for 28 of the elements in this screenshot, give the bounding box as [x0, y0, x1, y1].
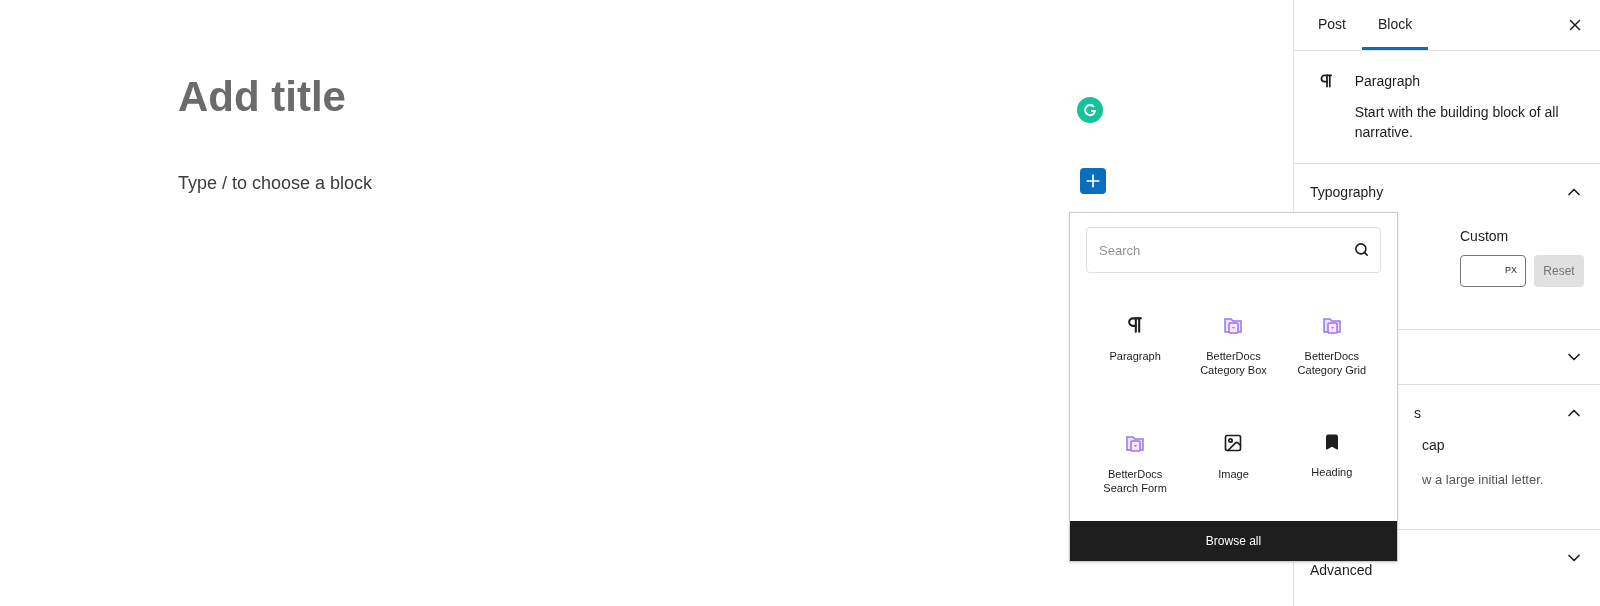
reset-button[interactable]: Reset: [1534, 255, 1584, 287]
title-placeholder[interactable]: Add title: [178, 76, 1293, 118]
field-label: Custom: [1460, 227, 1510, 246]
panel-title[interactable]: Typography: [1310, 181, 1384, 203]
browse-all-button[interactable]: Browse all: [1070, 521, 1397, 561]
toggle-label: cap: [1422, 436, 1446, 455]
sidebar-tab[interactable]: Post: [1302, 2, 1362, 50]
panel-title[interactable]: Advanced: [1310, 560, 1373, 581]
sidebar-tab[interactable]: Block: [1362, 2, 1429, 50]
block-item[interactable]: Paragraph: [1086, 315, 1185, 393]
document-folder-icon: [1223, 315, 1244, 335]
block-item[interactable]: BetterDocs Category Box: [1184, 315, 1283, 393]
block-item[interactable]: BetterDocs Search Form: [1086, 433, 1185, 511]
block-placeholder[interactable]: Type / to choose a block: [178, 170, 1293, 197]
search-field[interactable]: Search: [1086, 227, 1381, 273]
block-item[interactable]: Heading: [1282, 433, 1381, 511]
document-folder-icon: [1125, 433, 1146, 453]
document-folder-icon: [1321, 315, 1342, 335]
block-item[interactable]: BetterDocs Category Grid: [1282, 315, 1381, 393]
panel-title[interactable]: s: [1414, 402, 1421, 424]
image-icon: [1223, 433, 1244, 453]
add-block-button[interactable]: [1080, 168, 1106, 194]
help-text: w a large initial letter.: [1422, 471, 1545, 489]
block-description: Start with the building block of all narrative.: [1354, 103, 1560, 142]
block-item[interactable]: Image: [1184, 433, 1283, 511]
search-icon[interactable]: [1354, 242, 1369, 257]
custom-size-field[interactable]: PX: [1460, 255, 1526, 287]
block-name: Paragraph: [1354, 72, 1422, 91]
